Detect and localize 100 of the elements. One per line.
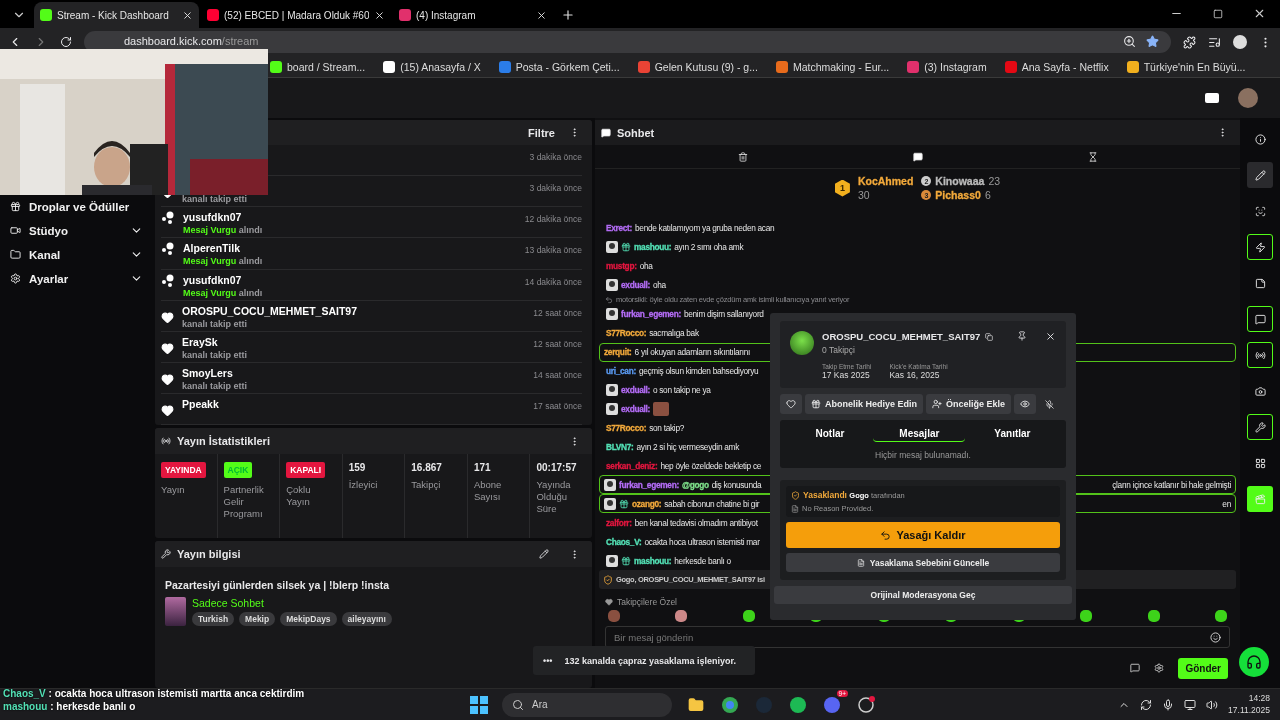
username[interactable]: ozang0: xyxy=(632,498,662,509)
username[interactable]: furkan_egemen: xyxy=(621,309,681,320)
tab[interactable]: Yanıtlar xyxy=(968,426,1057,442)
camera-icon[interactable] xyxy=(1204,92,1220,104)
browser-tab[interactable]: (4) Instagram xyxy=(393,2,553,28)
bookmark[interactable]: (15) Anasayfa / X xyxy=(383,60,481,73)
settings-icon[interactable] xyxy=(1154,663,1165,673)
sidebar-item[interactable]: Droplar ve Ödüller xyxy=(10,198,143,215)
browser-icon[interactable] xyxy=(720,694,740,715)
address-bar[interactable]: dashboard.kick.com/stream xyxy=(84,31,1171,53)
username[interactable]: mashouu: xyxy=(634,555,672,566)
profile-icon[interactable] xyxy=(1233,35,1247,49)
message-text: sacmalıga bak xyxy=(649,328,699,339)
heart-icon xyxy=(161,310,174,324)
username[interactable]: uri_can: xyxy=(606,366,636,377)
bolt-icon[interactable] xyxy=(1247,234,1273,260)
tab[interactable]: Notlar xyxy=(789,426,871,442)
username[interactable]: exduall: xyxy=(621,385,650,396)
media-icon[interactable] xyxy=(1208,35,1221,49)
clock[interactable]: 14:28 17.11.2025 xyxy=(1228,693,1270,716)
music-icon[interactable] xyxy=(788,694,808,715)
extensions-icon[interactable] xyxy=(1183,35,1196,49)
sync-icon[interactable] xyxy=(1140,698,1153,711)
follow-button[interactable] xyxy=(780,394,802,414)
username[interactable]: S77Rocco: xyxy=(606,328,647,339)
mic-icon[interactable] xyxy=(1162,698,1175,711)
close-icon[interactable] xyxy=(1045,331,1056,342)
search-field[interactable]: Ara xyxy=(502,692,672,717)
chat-icon[interactable] xyxy=(912,151,923,162)
unban-button[interactable]: Yasağı Kaldır xyxy=(786,522,1060,548)
message-text: geçmiş olsun kimden bahsediyoryu xyxy=(638,366,759,377)
original-moderation-button[interactable]: Orijinal Moderasyona Geç xyxy=(774,586,1072,604)
volume-icon[interactable] xyxy=(1206,698,1219,711)
username[interactable]: Exrect: xyxy=(606,223,633,234)
bookmark[interactable]: (3) Instagram xyxy=(907,60,987,73)
close-tab-icon[interactable] xyxy=(536,9,547,21)
close-tab-icon[interactable] xyxy=(182,9,193,21)
username: Ppeakk xyxy=(182,397,220,410)
copy-icon[interactable] xyxy=(985,332,994,341)
edit-icon[interactable] xyxy=(539,549,549,559)
trash-icon[interactable] xyxy=(737,151,748,162)
stat-value: 16.867 xyxy=(411,462,443,473)
broadcast-icon[interactable] xyxy=(1247,342,1273,368)
chat-icon[interactable] xyxy=(1247,306,1273,332)
status-badge: AÇIK xyxy=(223,462,253,478)
pencil-icon[interactable] xyxy=(1247,162,1273,188)
category-link[interactable]: Sadece Sohbet xyxy=(192,597,392,609)
update-reason-button[interactable]: Yasaklama Sebebini Güncelle xyxy=(786,553,1060,572)
username[interactable]: furkan_egemen: xyxy=(619,479,679,490)
chat-icon[interactable] xyxy=(1130,663,1141,673)
bookmark[interactable]: Posta - Görkem Çeti... xyxy=(498,60,620,73)
emoji-icon[interactable] xyxy=(1210,631,1221,643)
send-button[interactable]: Gönder xyxy=(1178,657,1228,679)
windows-icon[interactable] xyxy=(470,695,488,714)
username[interactable]: mashouu: xyxy=(634,242,672,253)
new-tab-icon[interactable] xyxy=(561,8,575,22)
username[interactable]: BLVN7: xyxy=(606,441,634,452)
bookmark[interactable]: Gelen Kutusu (9) - g... xyxy=(637,60,758,73)
avatar-icon[interactable] xyxy=(1238,88,1258,108)
username[interactable]: mustgp: xyxy=(606,261,637,272)
maximize-icon[interactable] xyxy=(1213,9,1223,19)
priority-button[interactable]: Önceliğe Ekle xyxy=(926,394,1012,414)
close-icon[interactable] xyxy=(1253,7,1266,20)
app-icon[interactable] xyxy=(856,694,876,715)
watch-button[interactable] xyxy=(1014,394,1037,414)
username[interactable]: serkan_deniz: xyxy=(606,460,658,471)
reload-icon[interactable] xyxy=(60,36,72,48)
sidebar-item[interactable]: Kanal xyxy=(10,246,143,263)
gift-sub-button[interactable]: Abonelik Hediye Edin xyxy=(805,394,924,414)
filter-button[interactable]: Filtre xyxy=(528,126,555,139)
mute-icon[interactable] xyxy=(1045,399,1055,409)
user-avatar xyxy=(790,331,814,355)
bookmark-star-icon[interactable] xyxy=(1146,35,1159,48)
sidebar-item[interactable]: Stüdyo xyxy=(10,222,143,239)
wrench-icon[interactable] xyxy=(1247,414,1273,440)
network-icon[interactable] xyxy=(1184,698,1197,711)
hourglass-icon[interactable] xyxy=(1087,151,1098,162)
username[interactable]: zalforr: xyxy=(606,517,632,528)
bookmark[interactable]: Matchmaking - Eur... xyxy=(775,60,890,73)
sidebar-item[interactable]: Ayarlar xyxy=(10,270,143,287)
discord-icon[interactable] xyxy=(823,695,841,714)
pin-icon[interactable] xyxy=(1017,331,1027,341)
bookmark[interactable]: Türkiye'nin En Büyü... xyxy=(1126,60,1246,73)
browser-tab[interactable]: Stream - Kick Dashboard xyxy=(34,2,199,28)
stat-label: Yayında Olduğu Süre xyxy=(536,479,572,515)
username[interactable]: exduall: xyxy=(621,280,650,291)
x-logo-icon xyxy=(383,60,396,73)
browser-tab[interactable]: (52) EBCED | Madara Olduk #60 xyxy=(201,2,391,28)
close-tab-icon[interactable] xyxy=(374,9,385,21)
bookmark[interactable]: board / Stream... xyxy=(270,60,366,73)
bookmark[interactable]: Ana Sayfa - Netflix xyxy=(1004,60,1109,73)
username[interactable]: Chaos_V: xyxy=(606,536,642,547)
activity-time: 12 saat önce xyxy=(533,337,582,349)
heart-icon xyxy=(161,372,174,386)
tab[interactable]: Mesajlar xyxy=(873,426,966,442)
username[interactable]: exduall: xyxy=(621,404,650,414)
username[interactable]: S77Rocco: xyxy=(606,422,647,433)
folder-icon xyxy=(10,249,21,260)
username[interactable]: zerquit: xyxy=(604,347,632,358)
site-icon xyxy=(40,9,52,21)
